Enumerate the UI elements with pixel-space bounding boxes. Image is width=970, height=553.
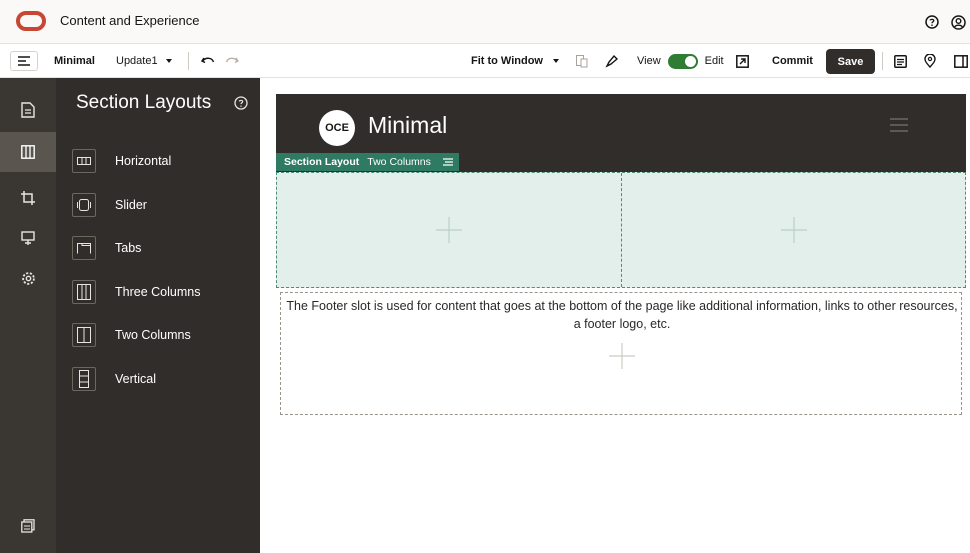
panel-title: Section Layouts <box>76 92 212 113</box>
layout-label: Three Columns <box>115 285 201 299</box>
zoom-selector[interactable]: Fit to Window <box>471 44 559 78</box>
section-menu-icon[interactable] <box>442 158 453 166</box>
update-name-label: Update1 <box>116 55 158 67</box>
section-layouts-panel: Section Layouts Horizontal Slider Tabs T… <box>56 78 260 553</box>
layout-item-slider[interactable]: Slider <box>72 189 252 221</box>
layout-label: Two Columns <box>115 328 191 342</box>
toolbar-divider <box>882 52 883 70</box>
device-preview-icon[interactable] <box>576 44 588 78</box>
site-logo: OCE <box>319 110 355 146</box>
add-content-icon[interactable] <box>436 217 462 243</box>
section-tag-name: Two Columns <box>367 156 431 168</box>
view-edit-toggle[interactable]: View Edit <box>637 44 724 78</box>
app-title: Content and Experience <box>60 13 200 28</box>
comments-icon[interactable] <box>894 44 907 78</box>
undo-icon[interactable] <box>201 44 215 78</box>
add-content-icon[interactable] <box>781 217 807 243</box>
layout-item-horizontal[interactable]: Horizontal <box>72 145 252 177</box>
crop-icon[interactable] <box>0 178 56 218</box>
layout-label: Vertical <box>115 372 156 386</box>
chevron-down-icon <box>553 59 559 63</box>
three-columns-layout-icon <box>72 280 96 304</box>
left-navigation-rail <box>0 78 56 553</box>
layout-item-three-columns[interactable]: Three Columns <box>72 276 252 308</box>
help-icon[interactable] <box>234 96 248 110</box>
hamburger-menu-icon[interactable] <box>890 118 908 132</box>
add-content-icon[interactable] <box>609 343 635 369</box>
open-in-new-icon[interactable] <box>736 44 749 78</box>
layout-label: Horizontal <box>115 154 172 168</box>
pages-icon[interactable] <box>0 90 56 130</box>
mode-toggle-switch[interactable] <box>667 53 698 69</box>
footer-slot[interactable]: The Footer slot is used for content that… <box>280 292 962 415</box>
assets-icon[interactable] <box>0 506 56 546</box>
section-column-2[interactable] <box>622 173 966 287</box>
section-layout-tag[interactable]: Section Layout Two Columns <box>276 153 459 171</box>
components-icon[interactable] <box>0 218 56 258</box>
save-button[interactable]: Save <box>826 49 875 74</box>
section-column-1[interactable] <box>277 173 621 287</box>
edit-label: Edit <box>704 55 724 67</box>
layout-item-vertical[interactable]: Vertical <box>72 363 252 395</box>
two-columns-layout-icon <box>72 323 96 347</box>
view-label: View <box>637 55 661 67</box>
highlighter-icon[interactable] <box>605 44 619 78</box>
section-tag-prefix: Section Layout <box>284 156 360 168</box>
layout-item-tabs[interactable]: Tabs <box>72 232 252 264</box>
commit-button[interactable]: Commit <box>772 44 813 78</box>
zoom-label: Fit to Window <box>471 55 543 67</box>
layout-item-two-columns[interactable]: Two Columns <box>72 319 252 351</box>
layout-label: Slider <box>115 198 147 212</box>
editor-toolbar: Minimal Update1 Fit to Window View Edit … <box>0 44 970 78</box>
settings-icon[interactable] <box>0 258 56 298</box>
toolbar-divider <box>188 52 189 70</box>
vertical-layout-icon <box>72 367 96 391</box>
help-icon[interactable] <box>922 12 942 32</box>
page-canvas: OCE Minimal Section Layout Two Columns T… <box>260 78 970 553</box>
layout-label: Tabs <box>115 241 142 255</box>
side-panel-icon[interactable] <box>954 44 968 78</box>
footer-slot-description: The Footer slot is used for content that… <box>286 299 958 331</box>
horizontal-layout-icon <box>72 149 96 173</box>
title-bar: Content and Experience <box>0 0 970 44</box>
user-profile-icon[interactable] <box>948 12 968 32</box>
slider-layout-icon <box>72 193 96 217</box>
chevron-down-icon <box>165 59 172 63</box>
update-selector[interactable]: Update1 <box>116 44 172 78</box>
site-title: Minimal <box>368 112 448 138</box>
site-name-label: Minimal <box>54 55 95 67</box>
tabs-layout-icon <box>72 236 96 260</box>
redo-icon[interactable] <box>225 44 239 78</box>
two-columns-section <box>276 172 966 288</box>
oracle-logo <box>16 11 46 31</box>
layouts-icon[interactable] <box>0 132 56 172</box>
location-pin-icon[interactable] <box>924 44 936 78</box>
menu-toggle-button[interactable] <box>10 51 38 71</box>
